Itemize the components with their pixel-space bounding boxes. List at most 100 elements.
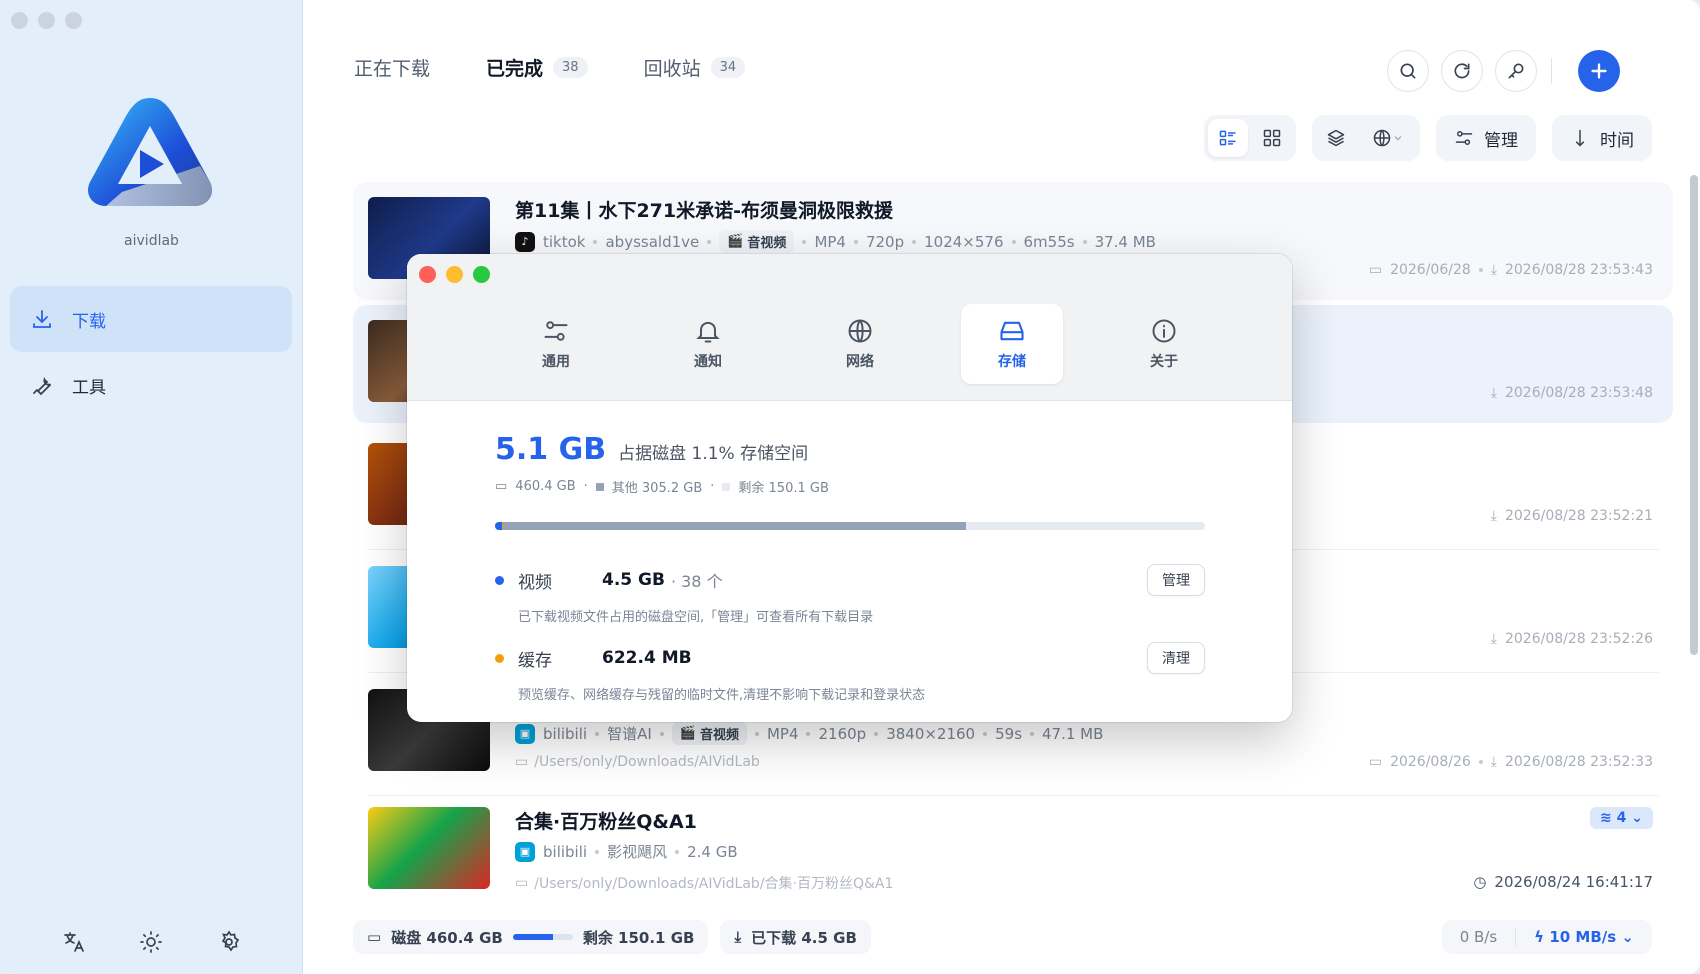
category-name: 缓存 <box>518 650 552 671</box>
chevron-down-icon <box>1394 136 1402 141</box>
tab-label: 正在下载 <box>354 58 431 80</box>
gear-icon[interactable] <box>217 930 241 954</box>
manage-button[interactable]: 管理 <box>1436 115 1536 161</box>
legend-free <box>722 482 731 491</box>
tab-downloading[interactable]: 正在下载 <box>354 54 430 81</box>
download-icon: ⤓ <box>1490 508 1497 524</box>
manage-videos-button[interactable]: 管理 <box>1147 564 1205 596</box>
list-item[interactable]: 合集·百万粉丝Q&A1 ▣ bilibili 影视飓风 2.4 GB ▭/Use… <box>353 797 1673 915</box>
sliders-icon <box>1455 131 1473 145</box>
item-dates: ▭ 2026/06/28 ⤓ 2026/08/28 23:53:43 <box>1368 262 1653 278</box>
item-dates: ◷ 2026/08/24 16:41:17 <box>1473 873 1653 891</box>
close-button[interactable] <box>11 12 28 29</box>
sidebar-item-tools[interactable]: 工具 <box>10 352 292 418</box>
status-dot <box>495 575 504 585</box>
uploader: 智谱AI <box>607 725 652 743</box>
sidebar-item-download[interactable]: 下载 <box>10 286 292 352</box>
drive-icon <box>1000 321 1024 341</box>
bar-cache <box>501 522 503 530</box>
item-dates: ⤓ 2026/08/28 23:53:48 <box>1490 385 1653 401</box>
calendar-icon: ▭ <box>1368 262 1383 278</box>
count-badge: 34 <box>710 57 746 78</box>
uploader: 影视飓风 <box>607 843 668 861</box>
app-window: aividlab 下载 工具 正在下载 已完成 38 回收站 34 管理 时间 … <box>0 0 1700 974</box>
window-controls <box>11 12 82 29</box>
divider <box>1551 58 1552 84</box>
category-count: · 38 个 <box>670 572 723 591</box>
free-label: 剩余 150.1 GB <box>582 928 695 947</box>
category-name: 视频 <box>518 572 552 593</box>
minimize-button[interactable] <box>446 266 463 283</box>
storage-usage-bar <box>495 522 1205 530</box>
duration: 59s <box>995 724 1023 743</box>
item-dates: ▭ 2026/08/26 ⤓ 2026/08/28 23:52:33 <box>1368 754 1653 770</box>
item-meta: ▣ bilibili 影视飓风 2.4 GB <box>515 841 738 862</box>
drive-icon: ▭ <box>495 479 508 494</box>
translate-icon[interactable] <box>62 930 86 954</box>
key-icon <box>1508 63 1524 79</box>
resolution: 3840×2160 <box>886 724 976 743</box>
folder-icon: ▭ <box>515 754 529 770</box>
clear-cache-button[interactable]: 清理 <box>1147 642 1205 674</box>
tab-completed[interactable]: 已完成 38 <box>486 54 588 81</box>
tab-bar: 正在下载 已完成 38 回收站 34 <box>354 54 746 81</box>
sort-label: 时间 <box>1600 130 1634 151</box>
layers-filter-button[interactable] <box>1316 119 1356 157</box>
folder-icon: ▭ <box>515 875 529 891</box>
minimize-button[interactable] <box>38 12 55 29</box>
item-meta: ♪ tiktok abyssald1ve 🎬 音视频 MP4 720p 1024×… <box>515 230 1156 253</box>
item-path[interactable]: ▭/Users/only/Downloads/AIVidLab <box>515 754 760 770</box>
close-button[interactable] <box>419 266 436 283</box>
tab-notifications[interactable]: 通知 <box>657 304 759 384</box>
grid-view-icon <box>1263 129 1281 147</box>
app-name: aividlab <box>124 233 179 249</box>
downloaded-status: ⤓ 已下载 4.5 GB <box>720 920 871 954</box>
tiktok-icon: ♪ <box>515 231 535 252</box>
settings-dialog: 通用 通知 网络 存储 关于 5.1 GB 占据磁盘 1.1% 存储空间 ▭ 4… <box>407 254 1292 722</box>
bar-video <box>495 522 502 530</box>
zoom-button[interactable] <box>65 12 82 29</box>
key-button[interactable] <box>1495 50 1537 92</box>
info-icon <box>1152 319 1176 343</box>
clapper-icon: 🎬 <box>727 234 744 249</box>
sort-button[interactable]: 时间 <box>1552 115 1652 161</box>
tab-about[interactable]: 关于 <box>1113 304 1215 384</box>
sidebar-item-label: 工具 <box>72 377 106 398</box>
view-switch <box>1204 115 1296 161</box>
tab-general[interactable]: 通用 <box>505 304 607 384</box>
settings-tabs: 通用 通知 网络 存储 关于 <box>505 304 1215 384</box>
tab-network[interactable]: 网络 <box>809 304 911 384</box>
tab-label: 回收站 <box>643 58 701 80</box>
storage-caption: 占据磁盘 1.1% 存储空间 <box>618 444 809 464</box>
platform-filter-button[interactable] <box>1360 119 1416 157</box>
list-view-button[interactable] <box>1208 119 1248 157</box>
chevron-down-icon: ⌄ <box>1631 810 1643 826</box>
category-video: 视频 4.5 GB · 38 个 管理 已下载视频文件占用的磁盘空间,「管理」可… <box>495 564 1205 625</box>
quality: 2160p <box>818 724 867 743</box>
collection-count-chip[interactable]: ≋ 4 ⌄ <box>1590 807 1653 829</box>
storage-breakdown: ▭ 460.4 GB · 其他 305.2 GB · 剩余 150.1 GB <box>495 479 829 496</box>
quality: 720p <box>865 232 905 251</box>
add-button[interactable] <box>1578 50 1620 92</box>
list-toolbar: 管理 时间 <box>1204 115 1652 161</box>
search-button[interactable] <box>1387 50 1429 92</box>
tab-trash[interactable]: 回收站 34 <box>644 54 746 81</box>
grid-view-button[interactable] <box>1252 119 1292 157</box>
refresh-button[interactable] <box>1441 50 1483 92</box>
downloaded-label: 已下载 4.5 GB <box>751 928 857 947</box>
status-bar: ▭ 磁盘 460.4 GB 剩余 150.1 GB ⤓ 已下载 4.5 GB 0… <box>353 920 1652 954</box>
bolt-icon: ϟ <box>1534 928 1545 946</box>
tab-storage[interactable]: 存储 <box>961 304 1063 384</box>
bar-other <box>495 522 966 530</box>
item-path[interactable]: ▭/Users/only/Downloads/AIVidLab/合集·百万粉丝Q… <box>515 873 893 893</box>
zoom-button[interactable] <box>473 266 490 283</box>
category-size: 622.4 MB <box>602 648 692 668</box>
sun-icon[interactable] <box>139 930 163 954</box>
scrollbar[interactable] <box>1690 175 1698 655</box>
platform: bilibili <box>543 724 588 743</box>
category-desc: 预览缓存、网络缓存与残留的临时文件,清理不影响下载记录和登录状态 <box>518 688 926 703</box>
speed-limit-button[interactable]: ϟ 10 MB/s ⌄ <box>1515 928 1652 946</box>
drive-icon: ▭ <box>367 928 382 946</box>
app-logo <box>87 98 213 206</box>
bell-icon <box>696 321 720 343</box>
